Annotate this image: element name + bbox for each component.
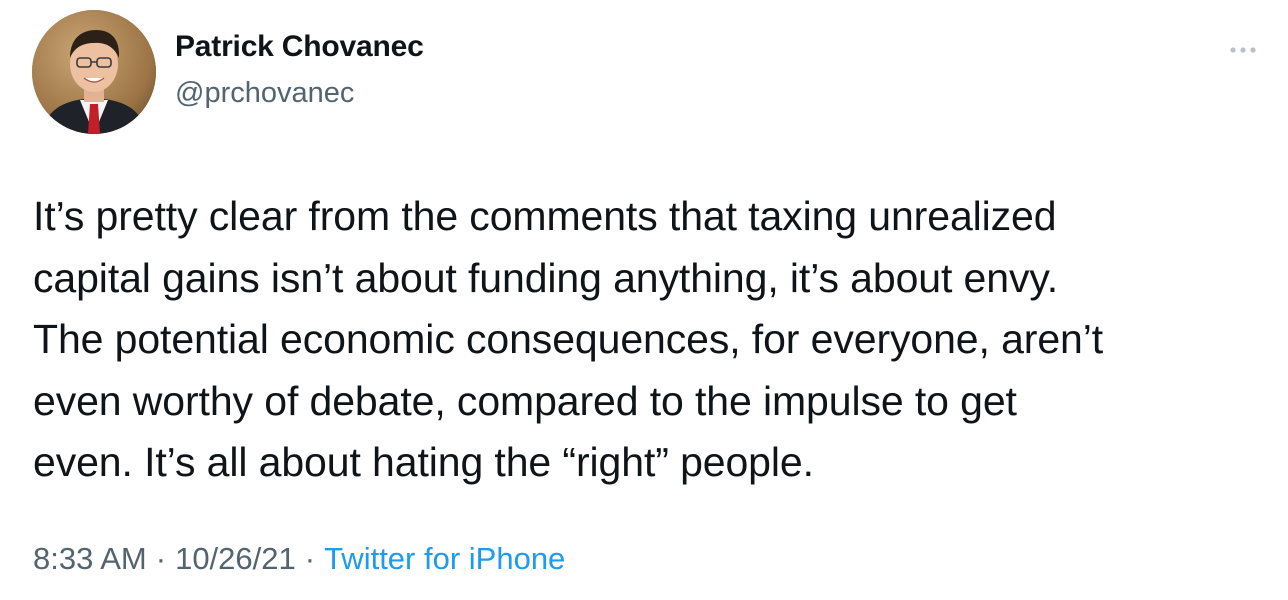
author-name[interactable]: Patrick Chovanec xyxy=(175,30,424,64)
tweet-time[interactable]: 8:33 AM xyxy=(33,541,147,576)
tweet-card: Patrick Chovanec @prchovanec It’s pretty… xyxy=(0,0,1288,600)
tweet-date[interactable]: 10/26/21 xyxy=(175,541,296,576)
tweet-text-line: It’s pretty clear from the comments that… xyxy=(33,193,1057,239)
more-horizontal-icon[interactable] xyxy=(1226,38,1260,62)
tweet-text-line: even worthy of debate, compared to the i… xyxy=(33,377,1017,424)
author-handle[interactable]: @prchovanec xyxy=(175,77,354,110)
meta-separator: · xyxy=(155,541,167,576)
tweet-text-line: The potential economic consequences, for… xyxy=(33,316,1104,362)
tweet-source-link[interactable]: Twitter for iPhone xyxy=(324,541,565,576)
meta-separator: · xyxy=(304,541,316,576)
avatar[interactable] xyxy=(32,10,156,134)
avatar-portrait-icon xyxy=(32,10,156,134)
tweet-text-line: even. It’s all about hating the “right” … xyxy=(33,439,814,485)
tweet-text-line: capital gains isn’t about funding anythi… xyxy=(33,254,1059,301)
tweet-text: It’s pretty clear from the comments that… xyxy=(33,186,1273,494)
tweet-meta: 8:33 AM · 10/26/21 · Twitter for iPhone xyxy=(33,541,565,577)
